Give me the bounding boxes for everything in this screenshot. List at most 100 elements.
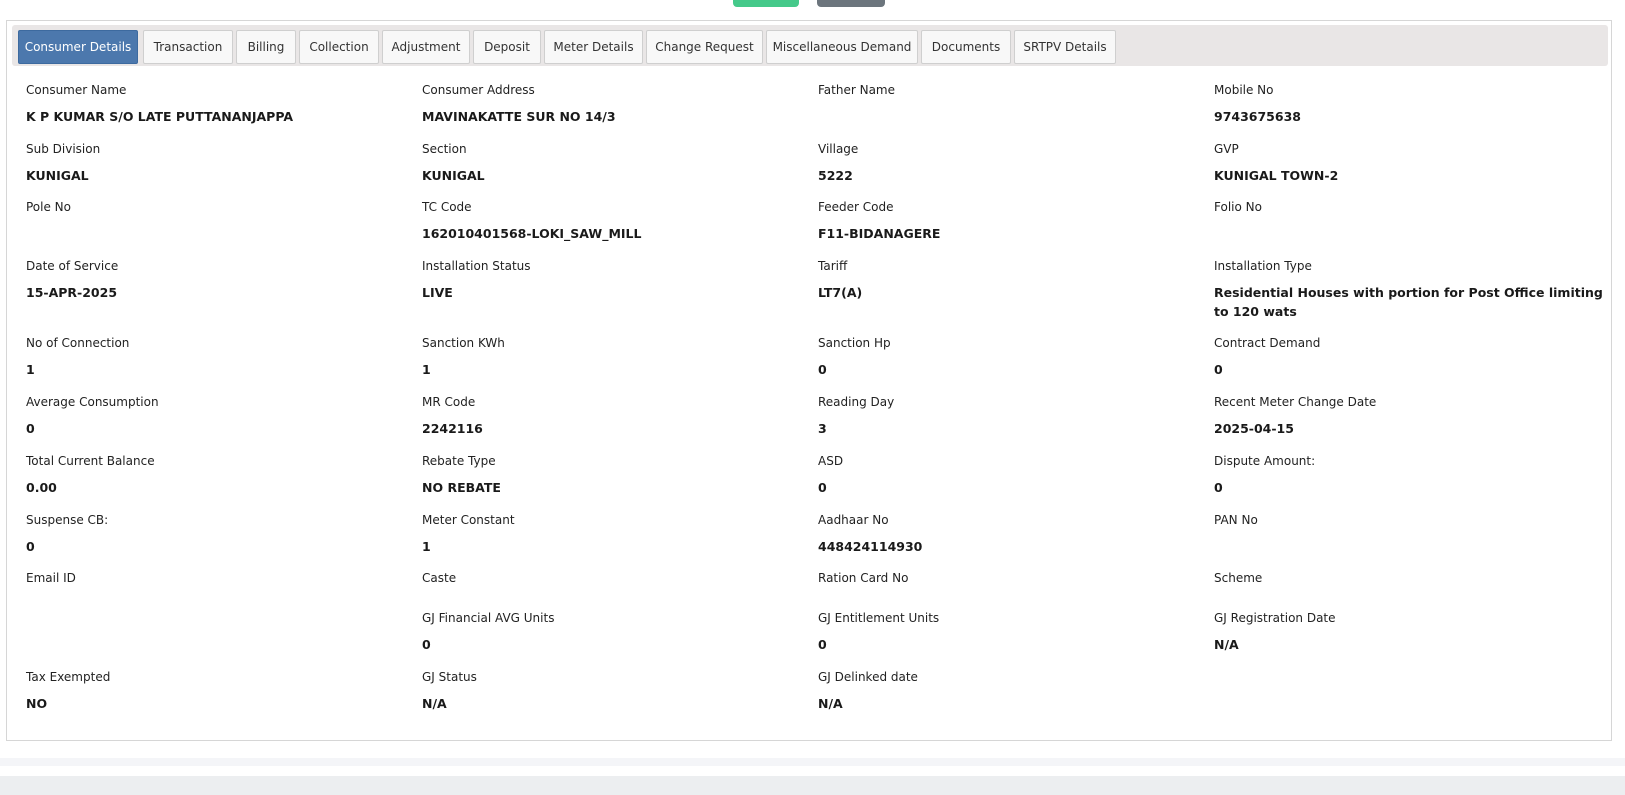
field-contract-demand: Contract Demand 0 (1214, 335, 1594, 379)
field-value: 0 (1214, 362, 1223, 377)
field-label: Sanction Hp (818, 336, 891, 350)
field-value: 0 (818, 362, 827, 377)
field-label: Feeder Code (818, 200, 894, 214)
field-mobile-no: Mobile No 9743675638 (1214, 82, 1594, 126)
field-label: Consumer Address (422, 83, 535, 97)
field-sanction-kwh: Sanction KWh 1 (422, 335, 802, 379)
field-gj-financial-avg-units: GJ Financial AVG Units 0 (422, 610, 802, 654)
tab-change-request[interactable]: Change Request (646, 30, 763, 64)
field-value: NO REBATE (422, 480, 501, 495)
field-value: Residential Houses with portion for Post… (1214, 285, 1603, 319)
field-value: 162010401568-LOKI_SAW_MILL (422, 226, 642, 241)
tab-srtpv-details[interactable]: SRTPV Details (1014, 30, 1116, 64)
field-pan-no: PAN No (1214, 512, 1594, 537)
field-value: 3 (818, 421, 827, 436)
field-average-consumption: Average Consumption 0 (26, 394, 406, 438)
tab-meter-details[interactable]: Meter Details (544, 30, 643, 64)
field-label: Reading Day (818, 395, 895, 409)
field-value: LT7(A) (818, 285, 863, 300)
field-installation-status: Installation Status LIVE (422, 258, 802, 302)
field-date-of-service: Date of Service 15-APR-2025 (26, 258, 406, 302)
field-label: Total Current Balance (26, 454, 155, 468)
field-gj-entitlement-units: GJ Entitlement Units 0 (818, 610, 1198, 654)
field-value: MAVINAKATTE SUR NO 14/3 (422, 109, 616, 124)
field-value: 0 (26, 421, 35, 436)
field-value: KUNIGAL (422, 168, 485, 183)
field-value: N/A (818, 696, 843, 711)
field-value: F11-BIDANAGERE (818, 226, 941, 241)
field-label: Aadhaar No (818, 513, 889, 527)
top-gray-button[interactable] (817, 0, 885, 7)
field-label: Village (818, 142, 859, 156)
tab-documents[interactable]: Documents (921, 30, 1011, 64)
field-value: 0 (26, 539, 35, 554)
tab-transaction[interactable]: Transaction (143, 30, 233, 64)
field-label: Ration Card No (818, 571, 909, 585)
field-label: GJ Delinked date (818, 670, 918, 684)
field-aadhaar-no: Aadhaar No 448424114930 (818, 512, 1198, 556)
tab-adjustment[interactable]: Adjustment (382, 30, 470, 64)
field-total-current-balance: Total Current Balance 0.00 (26, 453, 406, 497)
field-label: Rebate Type (422, 454, 496, 468)
field-label: GJ Registration Date (1214, 611, 1336, 625)
field-value: KUNIGAL (26, 168, 89, 183)
field-scheme: Scheme (1214, 570, 1594, 595)
field-asd: ASD 0 (818, 453, 1198, 497)
field-feeder-code: Feeder Code F11-BIDANAGERE (818, 199, 1198, 243)
tab-collection[interactable]: Collection (299, 30, 379, 64)
field-value: 2025-04-15 (1214, 421, 1294, 436)
field-label: No of Connection (26, 336, 130, 350)
field-label: PAN No (1214, 513, 1258, 527)
field-value: 1 (422, 539, 431, 554)
field-consumer-address: Consumer Address MAVINAKATTE SUR NO 14/3 (422, 82, 802, 126)
field-label: Recent Meter Change Date (1214, 395, 1377, 409)
field-section: Section KUNIGAL (422, 141, 802, 185)
tab-miscellaneous-demand[interactable]: Miscellaneous Demand (766, 30, 918, 64)
field-label: Dispute Amount: (1214, 454, 1316, 468)
tab-deposit[interactable]: Deposit (473, 30, 541, 64)
field-father-name: Father Name (818, 82, 1198, 107)
field-gj-registration-date: GJ Registration Date N/A (1214, 610, 1594, 654)
field-no-of-connection: No of Connection 1 (26, 335, 406, 379)
field-value: 2242116 (422, 421, 483, 436)
top-green-button[interactable] (733, 0, 799, 7)
field-label: GJ Financial AVG Units (422, 611, 555, 625)
field-sanction-hp: Sanction Hp 0 (818, 335, 1198, 379)
field-gj-status: GJ Status N/A (422, 669, 802, 713)
field-label: ASD (818, 454, 844, 468)
field-reading-day: Reading Day 3 (818, 394, 1198, 438)
field-label: TC Code (422, 200, 472, 214)
tab-billing[interactable]: Billing (236, 30, 296, 64)
field-value: 0 (818, 637, 827, 652)
tab-consumer-details[interactable]: Consumer Details (18, 30, 138, 64)
field-caste: Caste (422, 570, 802, 595)
field-label: Date of Service (26, 259, 119, 273)
field-installation-type: Installation Type Residential Houses wit… (1214, 258, 1604, 321)
field-rebate-type: Rebate Type NO REBATE (422, 453, 802, 497)
footer-divider (0, 758, 1625, 766)
field-value: 0 (1214, 480, 1223, 495)
field-pole-no: Pole No (26, 199, 406, 224)
field-value: 9743675638 (1214, 109, 1301, 124)
field-value: K P KUMAR S/O LATE PUTTANANJAPPA (26, 109, 294, 124)
field-meter-constant: Meter Constant 1 (422, 512, 802, 556)
field-label: Father Name (818, 83, 895, 97)
footer-bar (0, 776, 1625, 795)
field-label: Installation Type (1214, 259, 1312, 273)
field-value: KUNIGAL TOWN-2 (1214, 168, 1339, 183)
field-label: Scheme (1214, 571, 1263, 585)
field-gj-delinked-date: GJ Delinked date N/A (818, 669, 1198, 713)
field-suspense-cb: Suspense CB: 0 (26, 512, 406, 556)
field-mr-code: MR Code 2242116 (422, 394, 802, 438)
field-value: 15-APR-2025 (26, 285, 118, 300)
field-value: 1 (26, 362, 35, 377)
field-label: Average Consumption (26, 395, 159, 409)
field-label: MR Code (422, 395, 476, 409)
field-dispute-amount: Dispute Amount: 0 (1214, 453, 1594, 497)
field-label: GJ Status (422, 670, 477, 684)
field-label: Tariff (818, 259, 848, 273)
field-value: LIVE (422, 285, 453, 300)
field-village: Village 5222 (818, 141, 1198, 185)
field-label: Mobile No (1214, 83, 1274, 97)
field-label: Pole No (26, 200, 71, 214)
